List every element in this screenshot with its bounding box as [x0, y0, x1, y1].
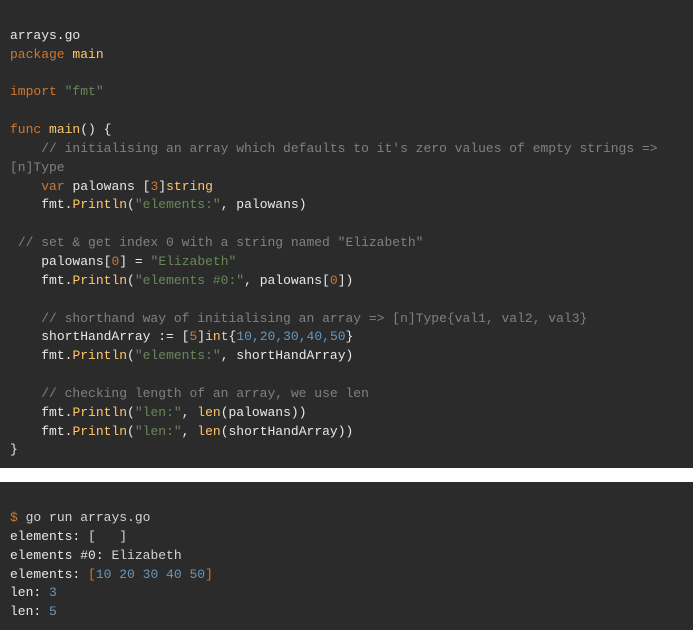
file-name: arrays.go	[10, 28, 80, 43]
bracket-close: ]	[205, 567, 213, 582]
type-string: string	[166, 179, 213, 194]
arg-identifier: palowans	[229, 405, 291, 420]
shell-command: go run arrays.go	[26, 510, 151, 525]
comma: ,	[221, 197, 237, 212]
identifier: shortHandArray	[41, 329, 150, 344]
close-bracket: ]	[197, 329, 205, 344]
keyword-import: import	[10, 84, 57, 99]
keyword-func: func	[10, 122, 41, 137]
comma: ,	[182, 424, 198, 439]
bracket-open: [	[88, 567, 96, 582]
fmt-pkg: fmt	[41, 405, 64, 420]
println-call: Println	[72, 424, 127, 439]
brace-close: }	[346, 329, 354, 344]
paren-open: (	[127, 424, 135, 439]
println-call: Println	[72, 405, 127, 420]
index-close: ]	[338, 273, 346, 288]
arg-identifier: shortHandArray	[229, 424, 338, 439]
output-value: Elizabeth	[111, 548, 181, 563]
comment-shorthand: // shorthand way of initialising an arra…	[41, 311, 587, 326]
paren-close: ))	[338, 424, 354, 439]
shell-prompt: $	[10, 510, 18, 525]
fmt-pkg: fmt	[41, 273, 64, 288]
index-open: [	[322, 273, 330, 288]
comment-setget: // set & get index 0 with a string named…	[18, 235, 424, 250]
paren-open: (	[127, 348, 135, 363]
int-values: 10,20,30,40,50	[236, 329, 345, 344]
len-call: len	[197, 405, 220, 420]
source-code-block: arrays.go package main import "fmt" func…	[0, 0, 693, 468]
output-label: elements #0:	[10, 548, 104, 563]
close-bracket: ]	[158, 179, 166, 194]
keyword-package: package	[10, 47, 65, 62]
assign-op: =	[135, 254, 143, 269]
index-value: 0	[330, 273, 338, 288]
arg-identifier: shortHandArray	[236, 348, 345, 363]
comma: ,	[244, 273, 260, 288]
paren-open: (	[127, 197, 135, 212]
println-call: Println	[72, 197, 127, 212]
arg-identifier: palowans	[236, 197, 298, 212]
paren-open: (	[127, 273, 135, 288]
func-signature: () {	[80, 122, 111, 137]
output-value: [ ]	[88, 529, 127, 544]
paren-close: )	[346, 348, 354, 363]
comma: ,	[182, 405, 198, 420]
keyword-var: var	[41, 179, 64, 194]
comment-len: // checking length of an array, we use l…	[41, 386, 369, 401]
string-literal: "elements #0:"	[135, 273, 244, 288]
paren-close: ))	[291, 405, 307, 420]
fmt-pkg: fmt	[41, 424, 64, 439]
fmt-pkg: fmt	[41, 197, 64, 212]
output-label: len:	[10, 585, 41, 600]
comma: ,	[221, 348, 237, 363]
output-label: elements:	[10, 567, 80, 582]
paren-close: )	[346, 273, 354, 288]
paren-open: (	[221, 424, 229, 439]
output-value: 3	[49, 585, 57, 600]
fmt-pkg: fmt	[41, 348, 64, 363]
output-value: 5	[49, 604, 57, 619]
string-literal: "elements:"	[135, 197, 221, 212]
terminal-output-block: $ go run arrays.go elements: [ ] element…	[0, 482, 693, 630]
type-int: int	[205, 329, 228, 344]
println-call: Println	[72, 273, 127, 288]
closing-brace: }	[10, 442, 18, 457]
import-path: "fmt"	[65, 84, 104, 99]
arg-identifier: palowans	[260, 273, 322, 288]
short-assign-op: :=	[158, 329, 174, 344]
output-values: 10 20 30 40 50	[96, 567, 205, 582]
string-literal: "len:"	[135, 424, 182, 439]
comment-init: // initialising an array which defaults …	[41, 141, 657, 156]
string-literal: "Elizabeth"	[151, 254, 237, 269]
len-call: len	[197, 424, 220, 439]
identifier: palowans	[41, 254, 103, 269]
println-call: Println	[72, 348, 127, 363]
index-close: ]	[119, 254, 127, 269]
output-label: elements:	[10, 529, 80, 544]
paren-open: (	[127, 405, 135, 420]
func-name: main	[49, 122, 80, 137]
string-literal: "elements:"	[135, 348, 221, 363]
package-name: main	[72, 47, 103, 62]
paren-open: (	[221, 405, 229, 420]
output-label: len:	[10, 604, 41, 619]
var-identifier: palowans	[72, 179, 134, 194]
paren-close: )	[299, 197, 307, 212]
string-literal: "len:"	[135, 405, 182, 420]
comment-init-2: [n]Type	[10, 160, 65, 175]
